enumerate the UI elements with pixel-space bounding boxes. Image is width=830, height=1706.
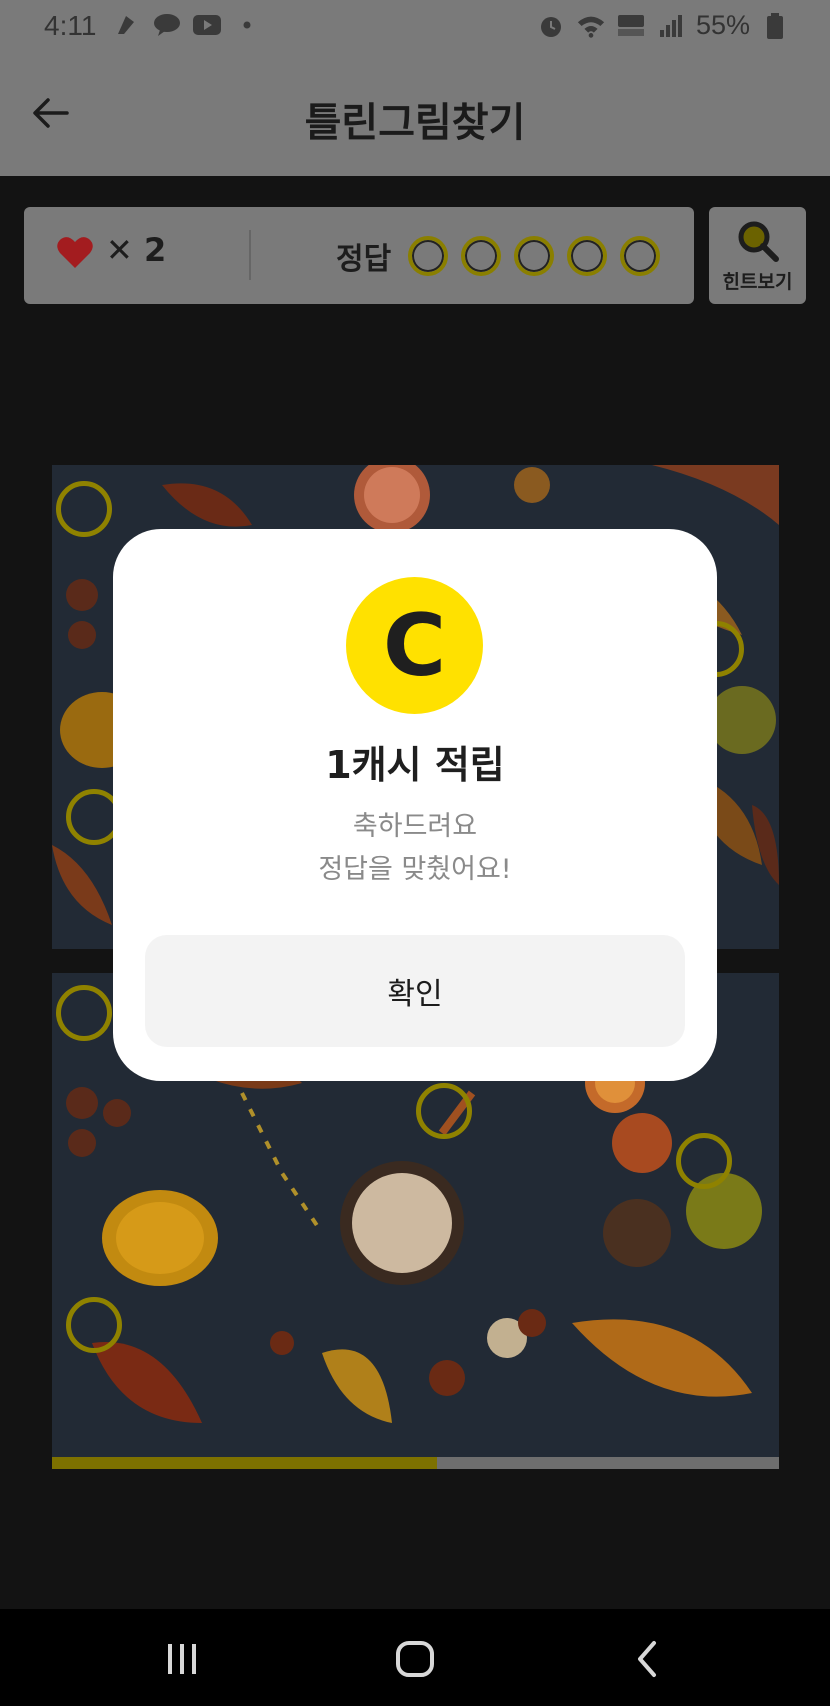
wifi-icon [576, 11, 606, 41]
kakaotalk-icon [152, 10, 182, 40]
home-icon [396, 1641, 434, 1677]
recent-apps-icon [168, 1644, 196, 1674]
system-nav-bar [0, 1609, 830, 1706]
battery-icon [760, 11, 790, 41]
game-info-panel: ✕ 2 정답 [24, 207, 694, 304]
dialog-message-line-1: 축하드려요 [352, 811, 478, 842]
difference-marker [66, 1297, 122, 1353]
answer-slot [620, 236, 660, 276]
info-divider [249, 230, 251, 280]
status-bar: 4:11 55% [0, 0, 830, 52]
difference-marker [56, 481, 112, 537]
answer-slots [408, 236, 660, 276]
difference-marker [676, 1133, 732, 1189]
lives-multiplier: ✕ [106, 231, 133, 269]
hint-button[interactable]: 힌트보기 [709, 207, 806, 304]
heart-icon [56, 235, 94, 273]
cash-coin-letter: C [382, 595, 447, 696]
dialog-message-line-2: 정답을 맞췄어요! [318, 854, 512, 885]
battery-percent: 55% [695, 10, 750, 40]
alarm-icon [536, 11, 566, 41]
back-chevron-icon [638, 1641, 656, 1677]
notification-icon [112, 10, 142, 40]
recent-apps-button[interactable] [157, 1639, 207, 1679]
youtube-icon [192, 10, 222, 40]
magnifier-icon [735, 219, 781, 267]
cash-coin-icon: C [346, 577, 483, 714]
difference-marker [56, 985, 112, 1041]
signal-icon [656, 11, 686, 41]
status-system-icons: 55% [536, 10, 790, 41]
back-nav-button[interactable] [622, 1639, 672, 1679]
lives-count: ✕ 2 [106, 231, 166, 269]
time-progress-bar [52, 1457, 779, 1469]
lives-value: 2 [143, 231, 167, 269]
answer-slot [567, 236, 607, 276]
status-notification-icons [112, 10, 262, 40]
home-button[interactable] [390, 1639, 440, 1679]
app-header: 틀린그림찾기 [0, 52, 830, 176]
status-time: 4:11 [44, 10, 97, 41]
answer-label: 정답 [336, 242, 392, 277]
hint-label: 힌트보기 [722, 271, 793, 293]
page-title: 틀린그림찾기 [304, 100, 526, 146]
reward-dialog: C 1캐시 적립 축하드려요 정답을 맞췄어요! 확인 [113, 529, 717, 1081]
difference-marker [416, 1083, 472, 1139]
confirm-button[interactable]: 확인 [145, 935, 685, 1047]
time-progress-fill [52, 1457, 438, 1469]
answer-slot [514, 236, 554, 276]
dot-icon [232, 10, 262, 40]
answer-slot [461, 236, 501, 276]
dialog-title: 1캐시 적립 [325, 743, 505, 787]
hd-voice-icon [616, 11, 646, 41]
answer-slot [408, 236, 448, 276]
